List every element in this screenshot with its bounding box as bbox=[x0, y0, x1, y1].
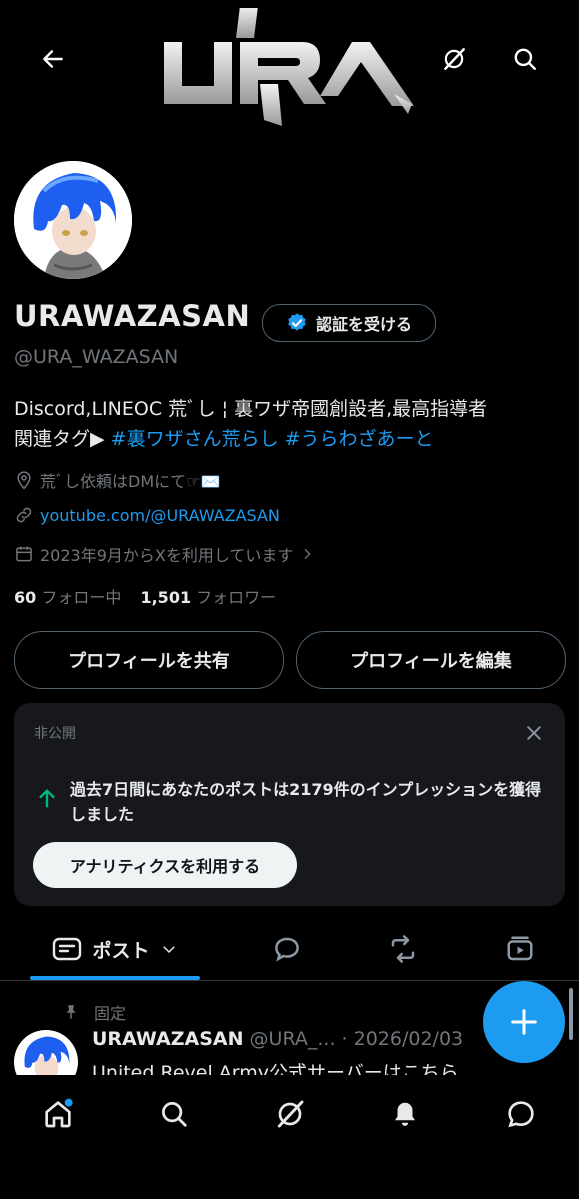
bio-prefix: 関連タグ▶ bbox=[14, 428, 105, 450]
tab-posts-label: ポスト bbox=[92, 939, 150, 962]
profile-location: 荒ﾞし依頼はDMにて☞✉️ bbox=[14, 468, 220, 492]
search-icon bbox=[514, 48, 536, 70]
following-link[interactable]: 60 フォロー中 bbox=[14, 588, 121, 607]
pinned-label: 固定 bbox=[94, 1004, 127, 1023]
dismiss-card-button[interactable] bbox=[520, 719, 548, 747]
followers-link[interactable]: 1,501 フォロワー bbox=[140, 588, 276, 607]
location-text: 荒ﾞし依頼はDMにて☞✉️ bbox=[40, 472, 221, 491]
home-icon bbox=[45, 1098, 73, 1128]
nav-search[interactable] bbox=[150, 1090, 198, 1138]
tab-replies[interactable] bbox=[258, 920, 316, 978]
posts-tab-icon bbox=[53, 937, 82, 961]
edit-profile-label: プロフィールを編集 bbox=[350, 651, 512, 672]
post-handle-date: @URA_... · 2026/02/03 bbox=[249, 1028, 464, 1050]
profile-display-name: URAWAZASAN bbox=[14, 299, 251, 333]
tab-posts[interactable]: ポスト bbox=[30, 920, 200, 978]
private-analytics-card: 非公開 過去7日間にあなたのポストは2179件のインプレッションを獲得しました … bbox=[14, 703, 565, 906]
profile-bio: Discord,LINEOC 荒ﾞし ¦ 裏ワザ帝國創設者,最高指導者 関連タグ… bbox=[14, 394, 564, 454]
private-label: 非公開 bbox=[34, 726, 76, 742]
plus-icon bbox=[511, 1009, 537, 1035]
impressions-message: 過去7日間にあなたのポストは2179件のインプレッションを獲得しました bbox=[70, 780, 542, 824]
link-icon bbox=[16, 507, 32, 523]
pin-icon bbox=[66, 1005, 76, 1019]
post-author-name[interactable]: URAWAZASAN bbox=[92, 1028, 244, 1050]
reply-bubble-icon bbox=[275, 937, 299, 962]
followers-label: フォロワー bbox=[196, 588, 277, 607]
bio-line-1: Discord,LINEOC 荒ﾞし ¦ 裏ワザ帝國創設者,最高指導者 bbox=[14, 398, 488, 420]
hashtag-link[interactable]: #うらわざあーと bbox=[285, 428, 434, 450]
edit-profile-button[interactable]: プロフィールを編集 bbox=[296, 631, 566, 689]
share-profile-button[interactable]: プロフィールを共有 bbox=[14, 631, 284, 689]
search-button[interactable] bbox=[503, 37, 547, 81]
bio-line-2: 関連タグ▶ #裏ワザさん荒らし #うらわざあーと bbox=[14, 424, 564, 454]
trend-up-icon bbox=[39, 789, 55, 808]
nav-notifications[interactable] bbox=[381, 1090, 429, 1138]
joined-text: 2023年9月からXを利用しています bbox=[40, 546, 294, 565]
message-bubble-icon bbox=[508, 1101, 534, 1128]
nav-home[interactable] bbox=[34, 1090, 82, 1138]
hashtag-link[interactable]: #裏ワザさん荒らし bbox=[111, 428, 279, 450]
tab-reposts[interactable] bbox=[374, 920, 432, 978]
pinned-indicator: 固定 bbox=[62, 1000, 126, 1024]
profile-avatar[interactable] bbox=[11, 158, 135, 282]
following-label: フォロー中 bbox=[41, 588, 122, 607]
verified-badge-icon bbox=[288, 313, 306, 331]
calendar-icon bbox=[16, 546, 32, 562]
location-pin-icon bbox=[17, 471, 31, 490]
post-header: URAWAZASAN @URA_... · 2026/02/03 bbox=[92, 1028, 463, 1050]
profile-joined[interactable]: 2023年9月からXを利用しています bbox=[14, 542, 315, 566]
nav-grok[interactable] bbox=[266, 1090, 314, 1138]
get-verified-button[interactable]: 認証を受ける bbox=[262, 304, 436, 342]
followers-count: 1,501 bbox=[140, 588, 192, 607]
search-icon bbox=[162, 1102, 187, 1127]
compose-post-button[interactable] bbox=[483, 981, 565, 1063]
grok-icon bbox=[277, 1100, 304, 1128]
grok-button[interactable] bbox=[432, 37, 476, 81]
share-profile-label: プロフィールを共有 bbox=[68, 651, 230, 672]
grok-icon bbox=[444, 48, 465, 70]
tab-media[interactable] bbox=[491, 920, 549, 978]
website-link[interactable]: youtube.com/@URAWAZASAN bbox=[40, 506, 280, 525]
back-arrow-icon bbox=[43, 50, 63, 68]
back-button[interactable] bbox=[31, 37, 75, 81]
get-verified-label: 認証を受ける bbox=[315, 315, 412, 334]
scrollbar[interactable] bbox=[569, 988, 573, 1040]
use-analytics-button[interactable]: アナリティクスを利用する bbox=[33, 842, 297, 888]
profile-website[interactable]: youtube.com/@URAWAZASAN bbox=[14, 505, 280, 525]
chevron-down-icon bbox=[162, 946, 175, 954]
bell-icon bbox=[395, 1102, 415, 1126]
close-icon bbox=[527, 726, 541, 740]
use-analytics-label: アナリティクスを利用する bbox=[69, 857, 261, 876]
profile-handle: @URA_WAZASAN bbox=[14, 346, 179, 368]
header-logo bbox=[162, 6, 416, 126]
nav-messages[interactable] bbox=[497, 1090, 545, 1138]
follow-stats: 60 フォロー中 1,501 フォロワー bbox=[14, 584, 276, 608]
chevron-right-icon bbox=[304, 548, 312, 560]
tab-divider bbox=[0, 980, 579, 981]
repost-icon bbox=[391, 935, 415, 963]
following-count: 60 bbox=[14, 588, 37, 607]
media-play-icon bbox=[507, 936, 533, 961]
